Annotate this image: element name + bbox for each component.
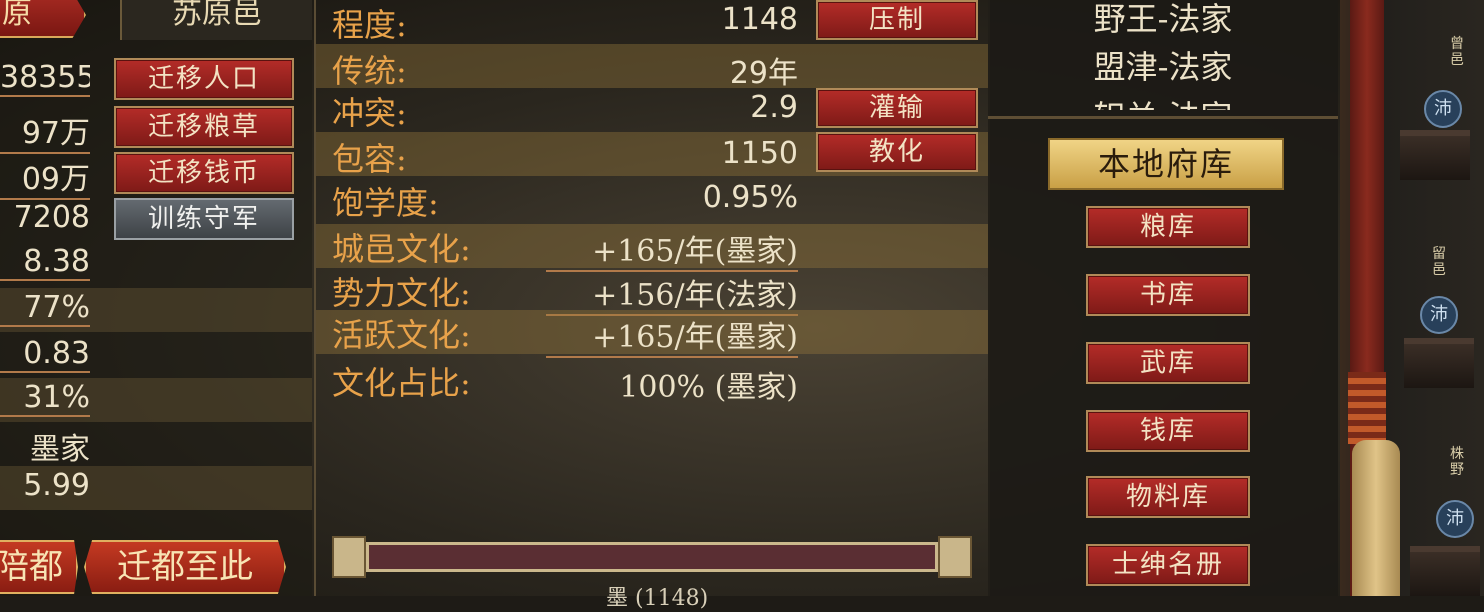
left-value: 31%: [0, 380, 90, 417]
statue-figure: [1352, 440, 1400, 596]
map-building: [1404, 338, 1474, 388]
indoctrinate-button[interactable]: 灌输: [816, 88, 978, 128]
stat-row: 传统: 29年: [316, 44, 988, 91]
left-value: 8.38: [0, 244, 90, 281]
move-capital-button[interactable]: 迁都至此: [84, 540, 286, 594]
culture-panel: 程度: 1148 压制 传统: 29年 冲突: 2.9 灌输 包容: 1150 …: [314, 0, 990, 611]
left-row: 97万 迁移粮草: [0, 104, 312, 154]
stat-value: 0.95%: [702, 180, 798, 215]
migrate-grain-button[interactable]: 迁移粮草: [114, 106, 294, 148]
left-info-panel: 原 苏原邑 38355 迁移人口 97万 迁移粮草 09万 迁移钱币 7208 …: [0, 0, 312, 596]
city-name-label: 苏原邑: [120, 0, 312, 40]
culture-row: 城邑文化: +165/年(墨家): [316, 224, 988, 272]
stat-value: 1150: [721, 136, 798, 171]
left-row: 7208 训练守军: [0, 196, 312, 240]
migrate-population-button[interactable]: 迁移人口: [114, 58, 294, 100]
stat-label: 包容:: [332, 140, 407, 178]
map-city-label[interactable]: 留邑: [1432, 246, 1448, 278]
left-row: 31%: [0, 378, 312, 422]
map-strip[interactable]: 曾邑 沛 留邑 沛 株野 沛: [1340, 0, 1484, 596]
right-panel: 野王-法家 盟津-法家 轵关-法家 本地府库 粮库 书库 武库 钱库 物料库 士…: [988, 0, 1338, 596]
culture-label: 活跃文化:: [332, 316, 471, 354]
armory-button[interactable]: 武库: [1086, 342, 1250, 384]
map-marker-icon[interactable]: 沛: [1420, 296, 1458, 334]
culture-value: +165/年(墨家): [546, 226, 798, 272]
stat-label: 程度:: [332, 6, 407, 44]
stat-label: 冲突:: [332, 94, 407, 132]
relation-list-item[interactable]: 轵关-法家: [988, 92, 1338, 110]
left-row: 8.38: [0, 242, 312, 286]
culture-label: 势力文化:: [332, 274, 471, 312]
left-row: 38355 迁移人口: [0, 56, 312, 100]
secondary-capital-button[interactable]: 陪都: [0, 540, 78, 594]
bar-right-cap: [938, 536, 972, 578]
left-row: 77%: [0, 288, 312, 332]
stat-row: 冲突: 2.9 灌输: [316, 88, 988, 132]
left-row: 0.83: [0, 334, 312, 378]
left-value: 77%: [0, 290, 90, 327]
stat-label: 传统:: [332, 52, 407, 90]
culture-label: 文化占比:: [332, 364, 471, 402]
map-marker-icon[interactable]: 沛: [1424, 90, 1462, 128]
educate-button[interactable]: 教化: [816, 132, 978, 172]
left-value: 97万: [0, 108, 90, 154]
culture-row: 活跃文化: +165/年(墨家): [316, 310, 988, 358]
map-city-label[interactable]: 株野: [1450, 446, 1466, 478]
gentry-roster-button[interactable]: 士绅名册: [1086, 544, 1250, 586]
left-row: 5.99: [0, 466, 312, 510]
divider: [988, 116, 1338, 119]
left-value: 09万: [0, 154, 90, 200]
culture-label: 城邑文化:: [332, 230, 471, 268]
stat-value: 1148: [721, 2, 798, 37]
map-marker-icon[interactable]: 沛: [1436, 500, 1474, 538]
map-city-label[interactable]: 曾邑: [1450, 36, 1466, 68]
culture-row: 文化占比: 100% (墨家): [316, 358, 988, 405]
migrate-money-button[interactable]: 迁移钱币: [114, 152, 294, 194]
map-building: [1410, 546, 1480, 596]
left-value: 7208: [13, 200, 90, 235]
culture-row: 势力文化: +156/年(法家): [316, 268, 988, 316]
left-value: 墨家: [30, 432, 90, 467]
bar-label: 墨 (1148): [606, 586, 709, 611]
materials-button[interactable]: 物料库: [1086, 476, 1250, 518]
stat-row: 饱学度: 0.95%: [316, 178, 988, 222]
left-value: 5.99: [23, 468, 90, 503]
train-garrison-button[interactable]: 训练守军: [114, 198, 294, 240]
culture-value: +165/年(墨家): [546, 312, 798, 358]
map-building: [1400, 130, 1470, 180]
relation-list-item[interactable]: 盟津-法家: [988, 42, 1338, 88]
bar-fill: [366, 542, 938, 572]
left-value: 0.83: [0, 336, 90, 373]
stat-value: 2.9: [750, 90, 798, 125]
treasury-button[interactable]: 钱库: [1086, 410, 1250, 452]
stat-label: 饱学度:: [332, 184, 439, 222]
granary-button[interactable]: 粮库: [1086, 206, 1250, 248]
bar-left-cap: [332, 536, 366, 578]
left-tab-button[interactable]: 原: [0, 0, 86, 38]
pole-ornament: [1348, 372, 1386, 444]
stat-row: 程度: 1148 压制: [316, 0, 988, 44]
left-row: 墨家: [0, 422, 312, 467]
relation-list-item[interactable]: 野王-法家: [988, 0, 1338, 40]
culture-value: 100% (墨家): [619, 370, 798, 405]
suppress-button[interactable]: 压制: [816, 0, 978, 40]
culture-progress-bar: [332, 536, 972, 578]
left-row: 09万 迁移钱币: [0, 150, 312, 200]
library-button[interactable]: 书库: [1086, 274, 1250, 316]
left-value: 38355: [0, 60, 90, 97]
stat-row: 包容: 1150 教化: [316, 132, 988, 178]
local-treasury-tab[interactable]: 本地府库: [1048, 138, 1284, 190]
stat-value: 29年: [729, 56, 798, 91]
